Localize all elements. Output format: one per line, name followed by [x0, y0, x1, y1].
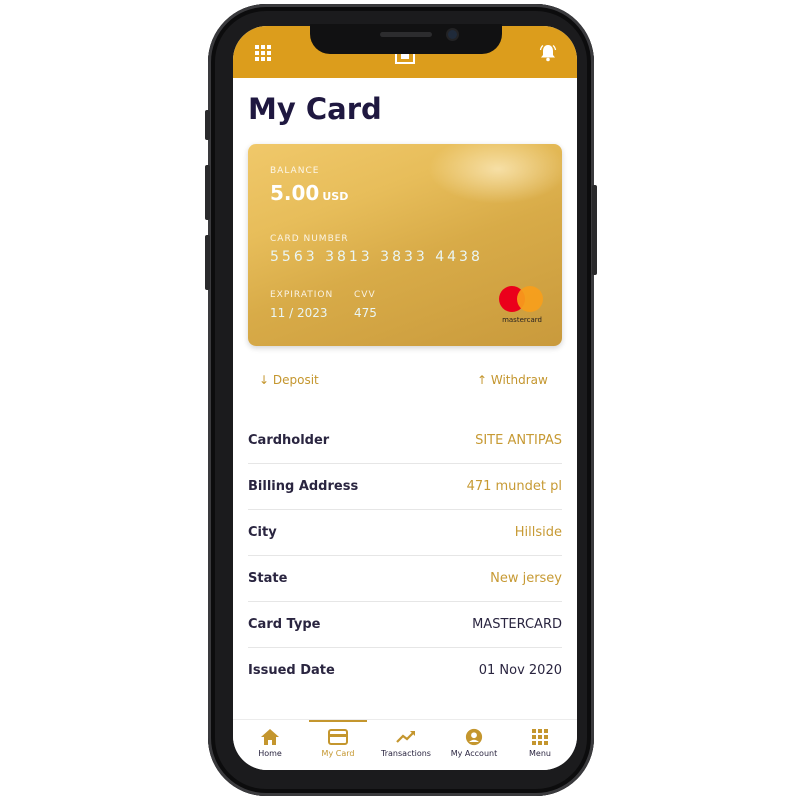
nav-item-home[interactable]: Home — [236, 720, 304, 770]
nav-item-my-account[interactable]: My Account — [440, 720, 508, 770]
arrow-down-icon: ↓ — [259, 373, 273, 387]
nav-label: My Account — [450, 749, 498, 758]
menu-grid-icon — [532, 729, 548, 745]
trend-icon — [396, 731, 415, 743]
detail-row-billing-address: Billing Address 471 mundet pl — [248, 464, 562, 510]
detail-value: New jersey — [490, 571, 562, 586]
detail-label: Cardholder — [248, 433, 330, 448]
arrow-up-icon: ↑ — [477, 373, 491, 387]
detail-row-cardholder: Cardholder SITE ANTIPAS — [248, 418, 562, 464]
volume-up-button — [205, 165, 210, 220]
mastercard-logo: mastercard — [498, 286, 546, 326]
credit-card[interactable]: BALANCE 5.00 USD CARD NUMBER 5563 3813 38… — [248, 144, 562, 346]
home-icon — [261, 729, 279, 745]
phone-notch — [310, 24, 502, 54]
detail-value: SITE ANTIPAS — [475, 433, 562, 448]
detail-row-city: City Hillside — [248, 510, 562, 556]
cvv-label: CVV — [354, 290, 376, 300]
mute-switch — [205, 110, 210, 140]
cvv-value: 475 — [354, 306, 377, 320]
balance-label: BALANCE — [270, 166, 320, 176]
nav-item-menu[interactable]: Menu — [506, 720, 574, 770]
card-icon — [328, 729, 348, 745]
phone-speaker — [380, 32, 432, 37]
page-title: My Card — [248, 92, 382, 126]
detail-label: Card Type — [248, 617, 321, 632]
withdraw-label: Withdraw — [490, 373, 548, 387]
nav-item-transactions[interactable]: Transactions — [372, 720, 440, 770]
detail-label: Issued Date — [248, 663, 335, 678]
mastercard-yellow-circle — [517, 286, 543, 312]
nav-label: Home — [258, 749, 282, 758]
detail-row-card-type: Card Type MASTERCARD — [248, 602, 562, 648]
card-number-label: CARD NUMBER — [270, 234, 349, 244]
withdraw-button[interactable]: ↑ Withdraw — [477, 373, 548, 387]
nav-label: My Card — [321, 749, 355, 758]
grid-icon[interactable] — [254, 44, 272, 62]
mastercard-wordmark: mastercard — [502, 316, 542, 324]
balance-currency: USD — [322, 190, 349, 203]
deposit-button[interactable]: ↓ Deposit — [259, 373, 319, 387]
detail-value: 01 Nov 2020 — [478, 663, 562, 678]
card-details-list: Cardholder SITE ANTIPAS Billing Address … — [248, 418, 562, 693]
detail-value: Hillside — [514, 525, 562, 540]
expiration-label: EXPIRATION — [270, 290, 334, 300]
app-screen: My Card BALANCE 5.00 USD CARD NUMBER 5563… — [233, 26, 577, 770]
account-icon — [465, 728, 483, 746]
detail-label: City — [248, 525, 277, 540]
card-glow — [428, 144, 562, 204]
nav-item-my-card[interactable]: My Card — [304, 720, 372, 770]
detail-row-issued-date: Issued Date 01 Nov 2020 — [248, 648, 562, 693]
balance-value: 5.00 — [270, 181, 320, 205]
detail-value: 471 mundet pl — [466, 479, 562, 494]
detail-label: State — [248, 571, 288, 586]
balance-amount: 5.00 USD — [270, 181, 348, 205]
nav-label: Menu — [529, 749, 551, 758]
volume-down-button — [205, 235, 210, 290]
detail-value: MASTERCARD — [472, 617, 562, 632]
bell-icon[interactable] — [539, 44, 557, 62]
card-number: 5563 3813 3833 4438 — [270, 249, 483, 265]
detail-row-state: State New jersey — [248, 556, 562, 602]
detail-label: Billing Address — [248, 479, 359, 494]
power-button — [592, 185, 597, 275]
expiration-value: 11 / 2023 — [270, 306, 328, 320]
bottom-nav: Home My Card Transactions My Account Men… — [233, 719, 577, 770]
nav-label: Transactions — [381, 749, 431, 758]
deposit-label: Deposit — [272, 373, 319, 387]
front-camera — [448, 30, 457, 39]
